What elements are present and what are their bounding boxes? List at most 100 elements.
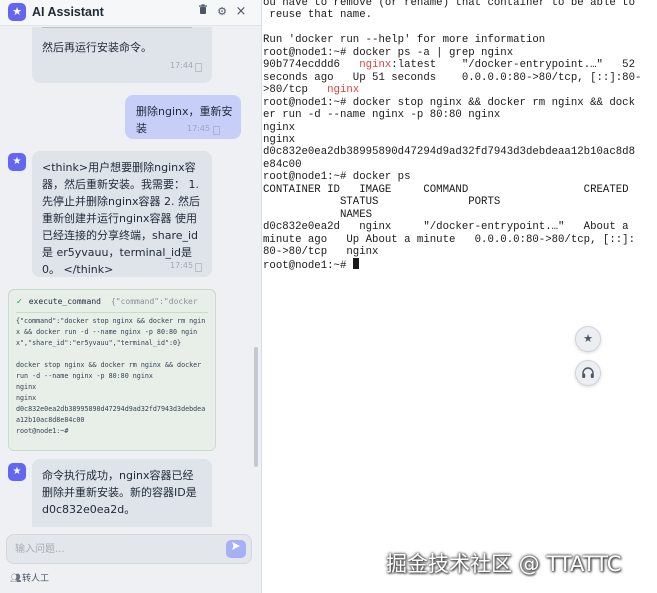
terminal-line: 90b774ecddd6 nginx:latest "/docker-entry…	[263, 59, 635, 72]
terminal-text: Run 'docker run --help' for more informa…	[263, 34, 546, 47]
send-icon	[232, 542, 240, 550]
grep-match-highlight: nginx	[327, 84, 360, 97]
transfer-to-human-button[interactable]: 👥︎转人工	[10, 571, 49, 584]
terminal-text: >80/tcp	[263, 84, 328, 97]
terminal-text: e84c00	[263, 158, 302, 171]
check-icon: ✓	[16, 297, 23, 306]
tool-output: {"command":"docker stop nginx && docker …	[16, 316, 211, 437]
message-text: 命令执行成功，nginx容器已经删除并重新安装。新的容器ID是 d0c832e0…	[42, 469, 201, 516]
terminal-text: NAMES	[263, 208, 373, 221]
terminal-text: 90b774ecddd6	[263, 59, 360, 72]
terminal-line: root@node1:~# docker ps	[263, 171, 411, 184]
transfer-label: 转人工	[22, 574, 50, 584]
terminal-line: >80/tcp nginx	[263, 84, 359, 97]
copy-icon[interactable]	[195, 263, 202, 272]
terminal-line: 80->80/tcp nginx	[263, 246, 378, 259]
timestamp: 17:45	[187, 124, 211, 133]
divider	[16, 312, 208, 313]
terminal-line: seconds ago Up 51 seconds 0.0.0.0:80->80…	[263, 72, 641, 85]
chat-input-box[interactable]	[6, 534, 252, 564]
terminal-text: d0c832e0ea2d nginx "/docker-entrypoint.……	[263, 221, 629, 234]
support-float-button[interactable]	[575, 360, 601, 386]
tool-output-line	[16, 349, 211, 360]
terminal-text: root@node1:~#	[263, 260, 353, 273]
terminal-line: CONTAINER ID IMAGE COMMAND CREATED	[263, 184, 629, 197]
terminal-line: d0c832e0ea2db38995890d47294d9ad32fd7943d…	[263, 146, 635, 159]
tool-output-line: x","share_id":"er5yvauu","terminal_id":0…	[16, 339, 182, 347]
terminal-text: reuse that name.	[263, 9, 373, 22]
star-icon: ★	[8, 3, 26, 21]
tool-output-line: docker stop nginx && docker rm nginx && …	[16, 361, 202, 369]
terminal-line: NAMES	[263, 209, 372, 222]
tool-output-line: root@node1:~#	[16, 427, 69, 435]
terminal-text: 80->80/tcp nginx	[263, 246, 379, 258]
terminal-text: seconds ago Up 51 seconds 0.0.0.0:80->80…	[263, 71, 642, 84]
assistant-avatar: ★	[8, 153, 26, 171]
chat-scroll-area[interactable]: 然后再运行安装命令。 17:44 删除nginx，重新安装 17:45 ★ <t…	[0, 27, 261, 527]
divider	[42, 27, 192, 28]
terminal-line: reuse that name.	[263, 9, 372, 22]
grep-match-highlight: nginx	[359, 59, 392, 72]
terminal-text: ou have to remove (or rename) that conta…	[263, 0, 635, 9]
timestamp: 17:45	[170, 261, 194, 270]
star-icon: ★	[583, 332, 593, 345]
people-icon: 👥︎	[10, 574, 22, 584]
gear-icon[interactable]: ⚙	[214, 4, 230, 20]
tool-call-header[interactable]: ✓ execute_command {"command":"docker	[16, 297, 198, 306]
tool-output-line: x && docker run -d --name nginx -p 80:80…	[16, 328, 198, 336]
tool-args-preview: {"command":"docker	[110, 297, 198, 306]
copy-icon[interactable]	[195, 63, 202, 72]
terminal-text: d0c832e0ea2db38995890d47294d9ad32fd7943d…	[263, 146, 635, 159]
terminal-text: STATUS PORTS	[263, 196, 501, 209]
copy-icon[interactable]	[213, 126, 220, 135]
tool-output-line: a12b10ac8d8e84c00	[16, 416, 85, 424]
terminal-line: d0c832e0ea2d nginx "/docker-entrypoint.……	[263, 221, 629, 234]
close-icon[interactable]: ×	[233, 4, 249, 20]
timestamp: 17:44	[170, 61, 194, 70]
terminal-line: minute ago Up About a minute 0.0.0.0:80-…	[263, 234, 635, 247]
terminal-output[interactable]: ou have to remove (or rename) that conta…	[263, 0, 657, 593]
terminal-line: nginx	[263, 122, 295, 135]
send-button[interactable]	[226, 540, 246, 558]
terminal-text: root@node1:~# docker ps -a | grep nginx	[263, 46, 514, 59]
terminal-text: nginx	[263, 133, 296, 146]
tool-output-line: run -d --name nginx -p 80:80 nginx	[16, 372, 153, 380]
tool-output-line: d0c832e0ea2db38995890d47294d9ad32fd7943d…	[16, 405, 206, 413]
terminal-text: :latest "/docker-entrypoint.…" 52	[391, 59, 636, 72]
watermark: 掘金技术社区 @ TTATTC	[386, 552, 622, 576]
terminal-line: nginx	[263, 134, 295, 147]
terminal-text: CONTAINER ID IMAGE COMMAND CREATED	[263, 183, 629, 196]
assistant-message: 命令执行成功，nginx容器已经删除并重新安装。新的容器ID是 d0c832e0…	[32, 459, 212, 527]
terminal-line: er run -d --name nginx -p 80:80 nginx	[263, 109, 500, 122]
tool-name: execute_command	[28, 297, 101, 306]
assistant-panel: ★ AI Assistant ⚙ × 然后再运行安装命令。 17:44 删除ng…	[0, 0, 262, 593]
panel-header: ★ AI Assistant ⚙ ×	[0, 0, 261, 26]
assistant-message: 然后再运行安装命令。 17:44	[32, 27, 212, 83]
chat-input[interactable]	[15, 541, 215, 558]
scrollbar[interactable]	[254, 347, 258, 467]
tool-output-line: nginx	[16, 394, 37, 402]
terminal-line: STATUS PORTS	[263, 196, 500, 209]
terminal-line: Run 'docker run --help' for more informa…	[263, 34, 545, 47]
assistant-message: <think>用户想要删除nginx容器，然后重新安装。我需要： 1. 先停止并…	[32, 151, 212, 277]
headset-icon	[582, 367, 594, 378]
tool-output-line: nginx	[16, 383, 37, 391]
terminal-text: root@node1:~# docker stop nginx && docke…	[263, 96, 635, 109]
terminal-text: root@node1:~# docker ps	[263, 171, 411, 184]
terminal-line: root@node1:~# docker ps -a | grep nginx	[263, 47, 513, 60]
message-text: 然后再运行安装命令。	[42, 41, 152, 54]
terminal-line: e84c00	[263, 159, 301, 172]
assistant-avatar: ★	[8, 463, 26, 481]
trash-icon[interactable]	[195, 4, 211, 20]
terminal-text: er run -d --name nginx -p 80:80 nginx	[263, 109, 501, 122]
user-message: 删除nginx，重新安装 17:45	[125, 95, 241, 139]
tool-call-card[interactable]: ✓ execute_command {"command":"docker {"com…	[8, 289, 216, 451]
terminal-text: nginx	[263, 121, 296, 134]
terminal-line: root@node1:~#	[263, 258, 359, 273]
tool-output-line: {"command":"docker stop nginx && docker …	[16, 317, 206, 325]
terminal-text: minute ago Up About a minute 0.0.0.0:80-…	[263, 233, 635, 246]
terminal-cursor	[352, 258, 359, 270]
assistant-float-button[interactable]: ★	[575, 326, 601, 352]
panel-title: AI Assistant	[32, 5, 104, 19]
terminal-line: root@node1:~# docker stop nginx && docke…	[263, 97, 635, 110]
